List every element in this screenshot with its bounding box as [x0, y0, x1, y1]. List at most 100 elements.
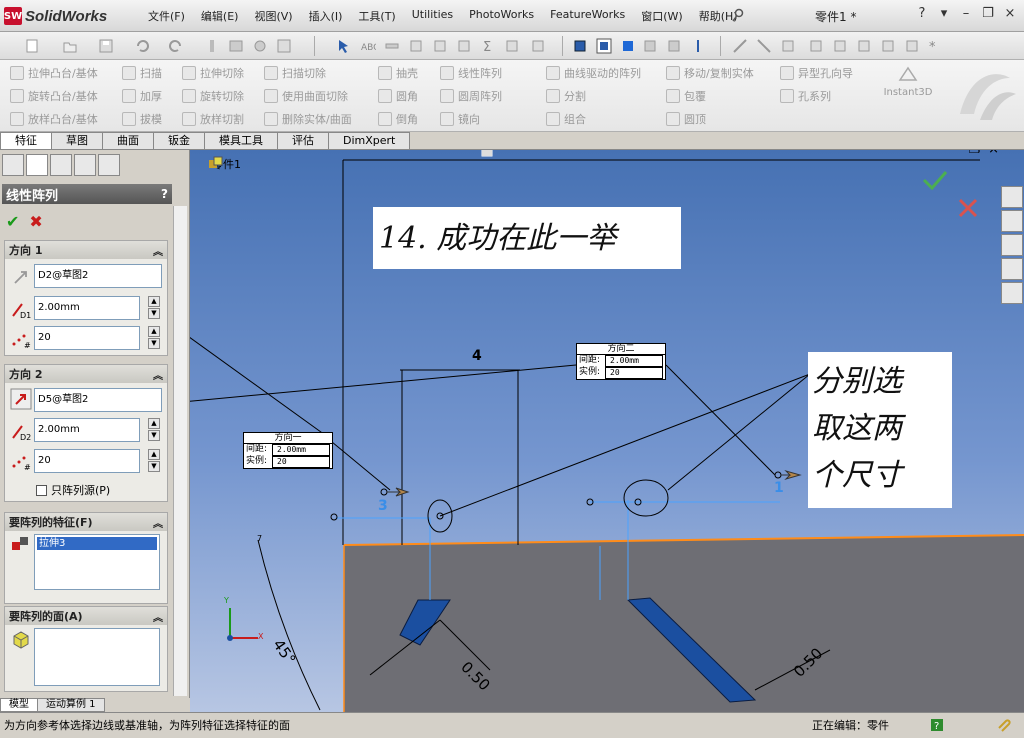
view-palette-icon[interactable] — [1001, 258, 1023, 280]
cmd-sweep-cut[interactable]: 扫描切除 — [264, 64, 326, 82]
grid-icon[interactable] — [276, 38, 292, 54]
tab-surfaces[interactable]: 曲面 — [102, 132, 154, 149]
sketch-icon-g[interactable] — [880, 38, 896, 54]
tool-icon-c[interactable] — [456, 38, 472, 54]
tab-evaluate[interactable]: 评估 — [277, 132, 329, 149]
cmd-draft[interactable]: 拔模 — [122, 110, 162, 128]
confirm-icon[interactable] — [922, 171, 948, 191]
collapse-icon[interactable]: ︽ — [153, 515, 163, 530]
dimxpert-icon[interactable] — [74, 154, 96, 176]
spin-up-icon[interactable]: ▲ — [148, 449, 160, 460]
cmd-fillet[interactable]: 圆角 — [378, 87, 418, 105]
direction-arrow-icon[interactable] — [10, 266, 32, 288]
spin-down-icon[interactable]: ▼ — [148, 338, 160, 349]
dimension-label[interactable]: 1 — [774, 480, 784, 496]
cmd-thicken[interactable]: 加厚 — [122, 87, 162, 105]
direction2-reference-field[interactable]: D5@草图2 — [34, 388, 162, 412]
cmd-curve-pattern[interactable]: 曲线驱动的阵列 — [546, 64, 641, 82]
spin-up-icon[interactable]: ▲ — [148, 296, 160, 307]
asterisk-icon[interactable]: * — [926, 38, 942, 54]
help-icon[interactable]: ? — [914, 6, 930, 21]
close-button[interactable]: × — [1002, 6, 1018, 21]
cmd-dome[interactable]: 圆顶 — [666, 110, 706, 128]
collapse-icon[interactable]: ︽ — [153, 367, 163, 382]
tab-dimxpert[interactable]: DimXpert — [328, 132, 411, 149]
viewport-minimize-button[interactable]: – — [954, 150, 961, 157]
cmd-hole-wizard[interactable]: 异型孔向导 — [780, 64, 853, 82]
cmd-wrap[interactable]: 包覆 — [666, 87, 706, 105]
sketch-icon-b[interactable] — [756, 38, 772, 54]
sketch-icon-d[interactable] — [808, 38, 824, 54]
redo-icon[interactable] — [168, 38, 184, 54]
sketch-point[interactable] — [330, 513, 338, 521]
cmd-surface-cut[interactable]: 使用曲面切除 — [264, 87, 348, 105]
cmd-revolve-cut[interactable]: 旋转切除 — [182, 87, 244, 105]
cmd-hole-series[interactable]: 孔系列 — [780, 87, 831, 105]
ok-button[interactable]: ✔ — [6, 212, 19, 231]
direction1-callout[interactable]: 方向一 间距: 2.00mm 实例: 20 — [243, 432, 333, 469]
cmd-circular-pattern[interactable]: 圆周阵列 — [440, 87, 502, 105]
features-header[interactable]: 要阵列的特征(F) ︽ — [5, 513, 167, 531]
callout-spacing-value[interactable]: 2.00mm — [272, 444, 330, 456]
dropdown-icon[interactable]: ▾ — [936, 6, 952, 21]
undo-icon[interactable] — [134, 38, 150, 54]
direction2-header[interactable]: 方向 2 ︽ — [5, 365, 167, 383]
menu-tools[interactable]: 工具(T) — [350, 8, 403, 24]
sketch-icon-e[interactable] — [832, 38, 848, 54]
file-explorer-icon[interactable] — [1001, 234, 1023, 256]
pattern-arrow-handle[interactable] — [774, 471, 782, 479]
spin-down-icon[interactable]: ▼ — [148, 308, 160, 319]
shaded-edges-icon[interactable] — [572, 38, 588, 54]
tab-sketch[interactable]: 草图 — [51, 132, 103, 149]
configuration-icon[interactable] — [50, 154, 72, 176]
help-icon[interactable]: ? — [930, 718, 944, 732]
panel-scrollbar[interactable] — [173, 206, 187, 696]
tool-icon-d[interactable] — [504, 38, 520, 54]
cancel-button[interactable]: ✖ — [29, 212, 42, 231]
tab-motion-study[interactable]: 运动算例 1 — [37, 698, 105, 712]
tab-mold-tools[interactable]: 模具工具 — [204, 132, 278, 149]
cmd-combine[interactable]: 组合 — [546, 110, 586, 128]
menu-window[interactable]: 窗口(W) — [633, 8, 690, 24]
count-stepper[interactable]: ▲ ▼ — [148, 449, 160, 473]
cancel-icon[interactable] — [958, 198, 978, 218]
save-icon[interactable] — [98, 38, 114, 54]
feature-tree-icon[interactable] — [2, 154, 24, 176]
count-stepper[interactable]: ▲ ▼ — [148, 326, 160, 350]
graphics-viewport[interactable]: 零件1 – ❐ × 4 3 1 0.50 0.50 45° 7 Y X 方向一 … — [190, 150, 1024, 712]
direction1-header[interactable]: 方向 1 ︽ — [5, 241, 167, 259]
help-icon[interactable]: ? — [161, 187, 168, 201]
faces-header[interactable]: 要阵列的面(A) ︽ — [5, 607, 167, 625]
faces-list[interactable] — [34, 628, 160, 686]
collapse-icon[interactable]: ︽ — [153, 243, 163, 258]
viewport-restore-button[interactable]: ❐ — [969, 150, 981, 157]
tool-icon-b[interactable] — [432, 38, 448, 54]
spin-down-icon[interactable]: ▼ — [148, 461, 160, 472]
spacing-stepper[interactable]: ▲ ▼ — [148, 296, 160, 320]
home-icon[interactable] — [1001, 186, 1023, 208]
pattern-seed-only-checkbox[interactable]: 只阵列源(P) — [36, 482, 110, 498]
direction2-callout[interactable]: 方向二 间距: 2.00mm 实例: 20 — [576, 343, 666, 380]
appearances-icon[interactable] — [1001, 282, 1023, 304]
callout-count-value[interactable]: 20 — [272, 456, 330, 468]
direction1-reference-field[interactable]: D2@草图2 — [34, 264, 162, 288]
property-manager-icon[interactable] — [26, 154, 48, 176]
sketch-icon-f[interactable] — [856, 38, 872, 54]
axis-icon[interactable] — [690, 38, 706, 54]
scene-icon[interactable] — [480, 150, 494, 158]
sum-icon[interactable]: Σ — [480, 38, 496, 54]
direction1-count-input[interactable]: 20 — [34, 326, 140, 350]
spin-up-icon[interactable]: ▲ — [148, 326, 160, 337]
display-manager-icon[interactable] — [98, 154, 120, 176]
menu-utilities[interactable]: Utilities — [404, 8, 461, 24]
minimize-button[interactable]: – — [958, 6, 974, 21]
cmd-loft-boss[interactable]: 放样凸台/基体 — [10, 110, 98, 128]
pattern-arrow-handle[interactable] — [380, 488, 388, 496]
rebuild-icon[interactable] — [204, 38, 220, 54]
callout-count-value[interactable]: 20 — [605, 367, 663, 379]
sketch-icon-a[interactable] — [732, 38, 748, 54]
shaded-icon[interactable] — [596, 38, 612, 54]
tab-features[interactable]: 特征 — [0, 132, 52, 149]
pattern-direction2-arrow[interactable] — [781, 469, 802, 481]
direction2-count-input[interactable]: 20 — [34, 449, 140, 473]
